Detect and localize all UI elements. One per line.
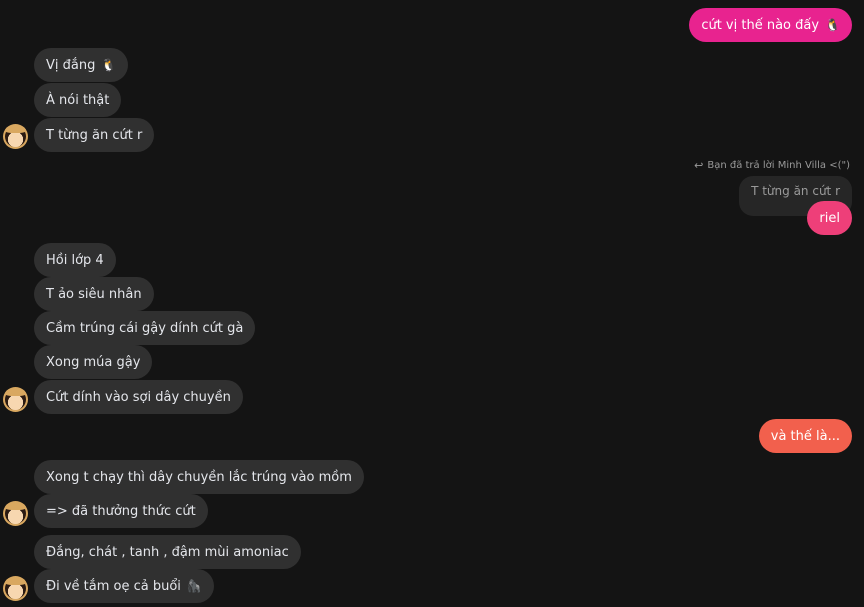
message-text: T ảo siêu nhân: [46, 286, 142, 302]
quoted-text: T từng ăn cứt r: [751, 184, 840, 198]
message-text: Vị đắng: [46, 57, 96, 73]
incoming-message-bubble[interactable]: Đi về tắm oẹ cả buổi 🦍: [34, 569, 214, 603]
reply-arrow-icon: ↩: [694, 159, 704, 172]
outgoing-message-bubble[interactable]: cứt vị thế nào đấy 🐧: [689, 8, 852, 42]
reply-indicator: ↩ Bạn đã trả lời Minh Villa <("): [694, 159, 850, 172]
message-text: Cầm trúng cái gậy dính cứt gà: [46, 320, 244, 336]
sender-avatar[interactable]: [3, 576, 28, 601]
incoming-message-bubble[interactable]: T ảo siêu nhân: [34, 277, 154, 311]
sender-avatar[interactable]: [3, 501, 28, 526]
incoming-message-bubble[interactable]: Xong múa gậy: [34, 345, 153, 379]
incoming-message-bubble[interactable]: Cứt dính vào sợi dây chuyền: [34, 380, 243, 414]
reply-note-text: Bạn đã trả lời Minh Villa <("): [707, 160, 850, 171]
message-text: Hồi lớp 4: [46, 252, 104, 268]
incoming-message-bubble[interactable]: Hồi lớp 4: [34, 243, 116, 277]
incoming-message-bubble[interactable]: Vị đắng 🐧: [34, 48, 129, 82]
incoming-message-bubble[interactable]: Đắng, chát , tanh , đậm mùi amoniac: [34, 535, 301, 569]
message-text: Đắng, chát , tanh , đậm mùi amoniac: [46, 544, 289, 560]
message-text: riel: [819, 210, 840, 226]
message-text: và thế là...: [770, 428, 840, 444]
sender-avatar[interactable]: [3, 387, 28, 412]
gorilla-emoji-icon: 🦍: [186, 579, 202, 593]
message-text: cứt vị thế nào đấy: [701, 17, 820, 33]
incoming-message-bubble[interactable]: Cầm trúng cái gậy dính cứt gà: [34, 311, 256, 345]
outgoing-message-bubble[interactable]: và thế là...: [758, 419, 852, 453]
incoming-message-bubble[interactable]: => đã thưởng thức cứt: [34, 494, 208, 528]
outgoing-message-bubble[interactable]: riel: [807, 201, 852, 235]
incoming-message-bubble[interactable]: T từng ăn cứt r: [34, 118, 155, 152]
penguin-emoji-icon: 🐧: [825, 18, 840, 32]
chat-thread: cứt vị thế nào đấy 🐧 Vị đắng 🐧 À nói thậ…: [0, 0, 864, 607]
message-text: Xong múa gậy: [46, 354, 141, 370]
penguin-emoji-icon: 🐧: [101, 58, 117, 72]
message-text: => đã thưởng thức cứt: [46, 503, 196, 519]
incoming-message-bubble[interactable]: Xong t chạy thì dây chuyền lắc trúng vào…: [34, 460, 364, 494]
sender-avatar[interactable]: [3, 124, 28, 149]
incoming-message-bubble[interactable]: À nói thật: [34, 83, 122, 117]
message-text: À nói thật: [46, 92, 110, 108]
message-text: Xong t chạy thì dây chuyền lắc trúng vào…: [46, 469, 352, 485]
message-text: Cứt dính vào sợi dây chuyền: [46, 389, 231, 405]
message-text: Đi về tắm oẹ cả buổi: [46, 578, 181, 594]
message-text: T từng ăn cứt r: [46, 127, 143, 143]
